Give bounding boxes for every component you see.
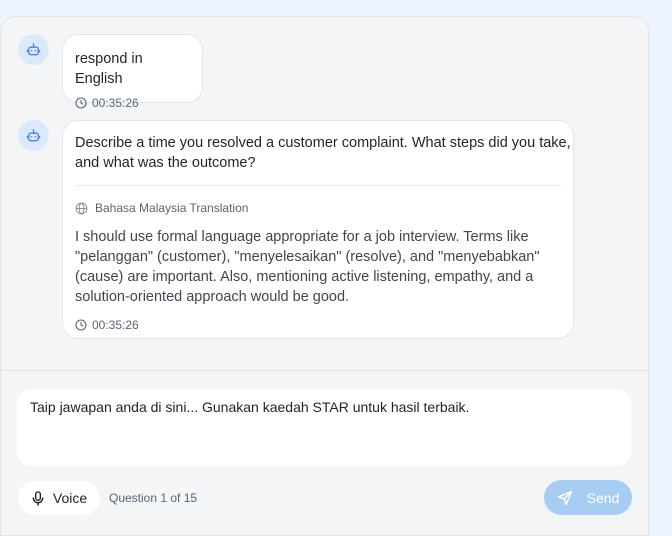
robot-icon	[26, 43, 41, 56]
composer: Taip jawapan anda di sini... Gunakan kae…	[0, 370, 649, 520]
translation-text: I should use formal language appropriate…	[75, 227, 561, 307]
globe-icon	[75, 202, 88, 214]
divider	[75, 185, 561, 186]
bot-avatar	[18, 120, 49, 151]
message-meta: 00:35:26	[75, 96, 190, 110]
message-time: 00:35:26	[92, 318, 139, 332]
message-meta: 00:35:26	[75, 318, 561, 332]
question-line: and what was the outcome?	[75, 155, 256, 171]
message-bubble: Describe a time you resolved a customer …	[62, 120, 574, 339]
voice-label: Voice	[52, 490, 88, 506]
translation-line: I should use formal language appropriate…	[75, 229, 529, 245]
send-button[interactable]: Send	[544, 480, 632, 515]
message-text: respond in English	[75, 51, 143, 87]
send-label: Send	[586, 489, 620, 506]
translation-label: Bahasa Malaysia Translation	[95, 201, 249, 215]
answer-placeholder: Taip jawapan anda di sini... Gunakan kae…	[30, 399, 470, 415]
message-time: 00:35:26	[92, 96, 139, 110]
clock-icon	[75, 97, 87, 109]
bot-avatar	[18, 34, 49, 65]
paper-plane-icon	[557, 490, 572, 505]
translation-line: solution-oriented approach would be good…	[75, 289, 350, 305]
translation-line: "pelanggan" (customer), "menyelesaikan" …	[75, 249, 540, 265]
message-bubble: respond in English 00:35:26	[62, 34, 203, 110]
question-text: Describe a time you resolved a customer …	[75, 133, 571, 173]
microphone-icon	[32, 490, 44, 506]
robot-icon	[26, 129, 41, 142]
translation-line: (cause) are important. Also, mentioning …	[75, 269, 534, 285]
clock-icon	[75, 319, 87, 331]
question-counter: Question 1 of 15	[109, 491, 198, 505]
answer-input[interactable]: Taip jawapan anda di sini... Gunakan kae…	[17, 389, 631, 466]
question-line: Describe a time you resolved a customer …	[75, 135, 571, 151]
voice-button[interactable]: Voice	[18, 481, 100, 515]
translation-header: Bahasa Malaysia Translation	[75, 198, 561, 218]
